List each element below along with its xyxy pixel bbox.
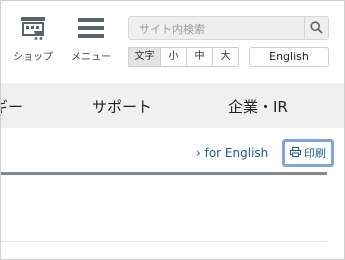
utility-bar: › for English 印刷 xyxy=(1,128,344,172)
font-size-label: 文字 xyxy=(128,47,161,67)
english-button[interactable]: English xyxy=(249,47,329,67)
print-icon xyxy=(290,146,301,160)
nav-item-energy[interactable]: ギー xyxy=(1,96,23,117)
nav-item-corporate-ir[interactable]: 企業・IR xyxy=(228,96,288,117)
font-size-small-button[interactable]: 小 xyxy=(160,47,187,67)
print-button[interactable]: 印刷 xyxy=(282,139,334,167)
font-size-switcher: 文字 小 中 大 xyxy=(128,47,239,67)
hamburger-menu-icon xyxy=(77,18,105,44)
global-nav: ギー サポート 企業・IR xyxy=(1,83,344,128)
menu-label: メニュー xyxy=(71,52,111,63)
site-search: サイト内検索 xyxy=(128,16,329,40)
content-divider xyxy=(1,241,327,242)
nav-item-support[interactable]: サポート xyxy=(92,96,152,117)
page-frame: ショップ メニュー サイト内検索 文字 小 中 大 English ー サポート… xyxy=(0,0,345,260)
font-size-large-button[interactable]: 大 xyxy=(212,47,239,67)
search-icon xyxy=(310,19,323,38)
font-size-medium-button[interactable]: 中 xyxy=(186,47,213,67)
section-divider xyxy=(1,172,327,175)
shop-button[interactable]: ショップ xyxy=(13,15,53,63)
print-label: 印刷 xyxy=(304,147,326,160)
search-button[interactable] xyxy=(304,17,328,39)
menu-button[interactable]: メニュー xyxy=(67,15,115,63)
shop-cart-icon xyxy=(18,17,48,44)
site-header: ショップ メニュー サイト内検索 文字 小 中 大 English xyxy=(1,1,344,83)
shop-label: ショップ xyxy=(13,52,53,63)
search-input[interactable]: サイト内検索 xyxy=(139,21,205,37)
for-english-link[interactable]: › for English xyxy=(196,146,268,160)
